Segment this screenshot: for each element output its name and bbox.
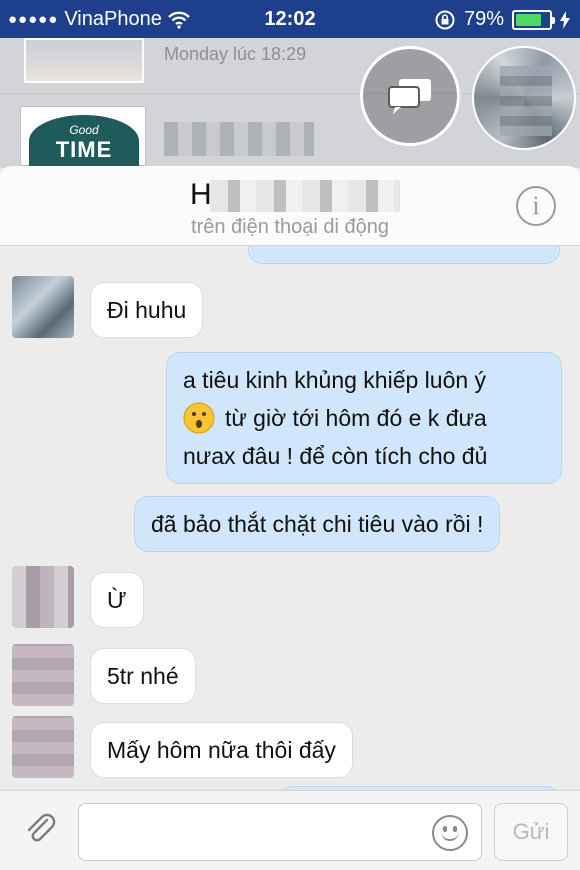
peer-avatar bbox=[12, 566, 74, 628]
send-button[interactable]: Gửi bbox=[494, 803, 568, 861]
surprised-emoji-icon bbox=[183, 402, 215, 434]
message-line: a tiêu kinh khủng khiếp luôn ý bbox=[183, 367, 487, 393]
paperclip-glyph bbox=[27, 813, 56, 842]
message-line-text: từ giờ tới hôm đó e k đưa bbox=[225, 405, 487, 431]
smiley-mouth bbox=[441, 831, 459, 841]
list-item-thumbnail bbox=[24, 38, 144, 83]
list-item-thumbnail: Good TIME bbox=[20, 106, 146, 167]
message-line: nưax đâu ! để còn tích cho đủ bbox=[183, 443, 488, 469]
message-bubble-outgoing-partial bbox=[248, 246, 560, 264]
chat-bubbles-icon bbox=[388, 79, 431, 114]
info-button[interactable]: i bbox=[516, 186, 556, 226]
message-bubble-incoming: 5tr nhé bbox=[90, 648, 196, 704]
message-composer: Gửi bbox=[0, 790, 580, 870]
message-line: từ giờ tới hôm đó e k đưa bbox=[183, 399, 545, 437]
logo-small-text: Good bbox=[69, 123, 99, 137]
message-thread[interactable]: Đi huhu a tiêu kinh khủng khiếp luôn ý t… bbox=[0, 246, 580, 790]
message-bubble-incoming: Ừ bbox=[90, 572, 144, 628]
contact-chat-head-avatar[interactable] bbox=[472, 46, 576, 150]
message-bubble-incoming: Đi huhu bbox=[90, 282, 204, 338]
chat-heads-button[interactable] bbox=[360, 46, 460, 146]
status-right: 79% bbox=[434, 8, 570, 31]
message-input[interactable] bbox=[78, 803, 482, 861]
message-bubble-outgoing: đã bảo thắt chặt chi tiêu vào rồi ! bbox=[134, 496, 501, 552]
list-item-title-blurred bbox=[164, 122, 314, 156]
contact-name-blurred bbox=[210, 180, 400, 212]
battery-icon bbox=[512, 9, 555, 30]
battery-percentage: 79% bbox=[463, 8, 504, 30]
peer-avatar bbox=[12, 644, 74, 706]
message-bubble-incoming: Mấy hôm nữa thôi đấy bbox=[90, 722, 353, 778]
peer-avatar bbox=[12, 276, 74, 338]
status-bar: ●●●●● VinaPhone 12:02 79% bbox=[0, 0, 580, 38]
chat-header: H trên điện thoại di động i bbox=[0, 166, 580, 246]
message-bubble-outgoing: a tiêu kinh khủng khiếp luôn ý từ giờ tớ… bbox=[166, 352, 562, 484]
paperclip-icon[interactable] bbox=[20, 811, 60, 851]
rotation-lock-icon bbox=[435, 10, 455, 29]
smiley-icon[interactable] bbox=[432, 815, 468, 851]
battery-level bbox=[516, 13, 542, 26]
avatar-photo-blurred bbox=[500, 66, 552, 136]
charging-icon bbox=[560, 10, 570, 29]
peer-avatar bbox=[12, 716, 74, 778]
contact-name: H bbox=[190, 178, 212, 211]
logo-main-text: TIME bbox=[55, 137, 113, 162]
list-item-timestamp: Monday lúc 18:29 bbox=[164, 44, 307, 64]
good-time-logo: Good TIME bbox=[29, 115, 139, 167]
contact-status: trên điện thoại di động bbox=[191, 216, 389, 238]
